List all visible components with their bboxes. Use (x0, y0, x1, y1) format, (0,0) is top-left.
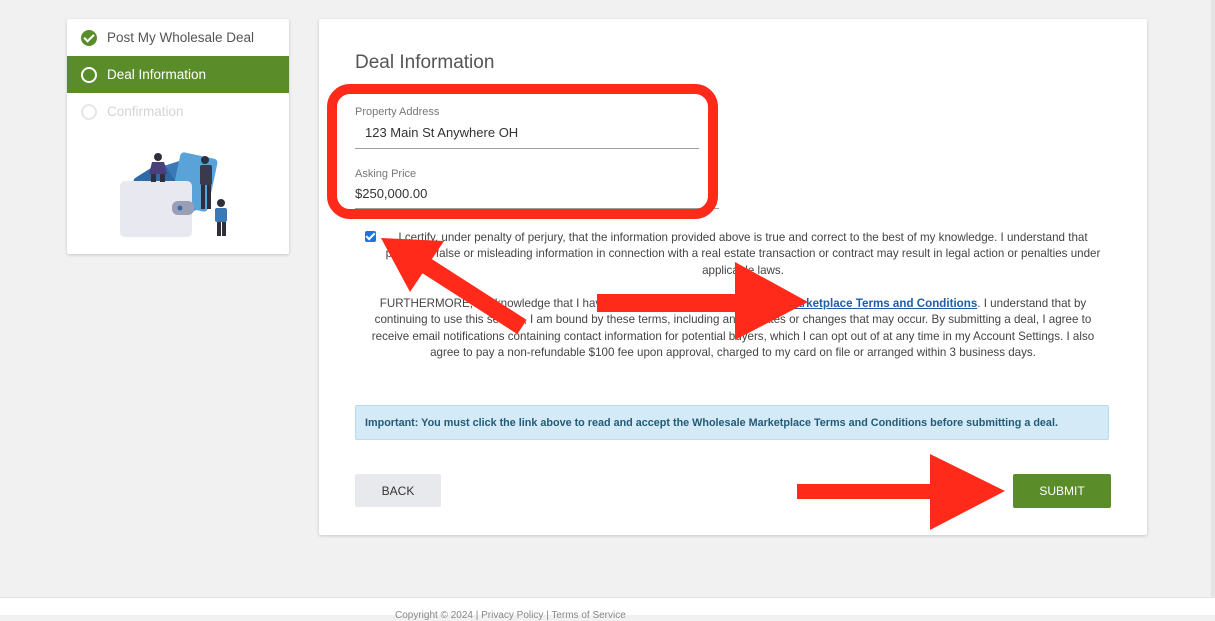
certify-text: I certify, under penalty of perjury, tha… (385, 231, 1101, 277)
property-address-underline (355, 148, 699, 149)
wallet-people-illustration (120, 152, 227, 237)
step-confirmation: Confirmation (67, 93, 289, 130)
important-notice-text: Important: You must click the link above… (365, 417, 1058, 429)
furthermore-text: FURTHERMORE, I acknowledge that I have r… (357, 296, 1109, 362)
important-notice: Important: You must click the link above… (355, 405, 1109, 440)
footer: Copyright © 2024 | Privacy Policy | Term… (0, 597, 1215, 621)
back-button[interactable]: BACK (355, 474, 441, 507)
property-address-label: Property Address (355, 106, 440, 118)
property-address-input[interactable]: 123 Main St Anywhere OH (365, 125, 518, 140)
step-post-my-wholesale-deal[interactable]: Post My Wholesale Deal (67, 19, 289, 56)
step-label: Deal Information (107, 67, 207, 82)
card-title: Deal Information (355, 52, 495, 73)
step-label: Post My Wholesale Deal (107, 30, 255, 45)
furthermore-before-link: FURTHERMORE, I acknowledge that I have r… (379, 297, 725, 310)
deal-information-card: Deal Information Property Address 123 Ma… (319, 19, 1147, 535)
asking-price-underline (355, 208, 719, 209)
asking-price-input[interactable]: $250,000.00 (355, 186, 427, 201)
open-circle-icon (81, 104, 97, 120)
footer-text: Copyright © 2024 | Privacy Policy | Term… (395, 610, 626, 621)
open-circle-icon (81, 67, 97, 83)
page-right-edge (1211, 0, 1215, 614)
asking-price-label: Asking Price (355, 168, 417, 180)
check-circle-icon (81, 30, 97, 46)
step-label: Confirmation (107, 104, 184, 119)
steps-sidebar: Post My Wholesale Deal Deal Information … (67, 19, 289, 254)
step-deal-information[interactable]: Deal Information (67, 56, 289, 93)
submit-button[interactable]: SUBMIT (1013, 474, 1111, 508)
terms-and-conditions-link[interactable]: Wholesale Marketplace Terms and Conditio… (725, 297, 977, 310)
